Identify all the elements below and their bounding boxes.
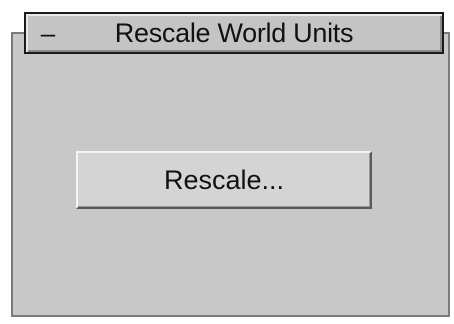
frame-top-left-edge	[11, 32, 25, 34]
minus-icon[interactable]: –	[26, 14, 70, 52]
frame-top-right-edge	[444, 32, 450, 34]
rollout-header[interactable]: – Rescale World Units	[24, 12, 444, 54]
rollout-title: Rescale World Units	[114, 17, 354, 48]
rescale-button[interactable]: Rescale...	[76, 151, 372, 209]
